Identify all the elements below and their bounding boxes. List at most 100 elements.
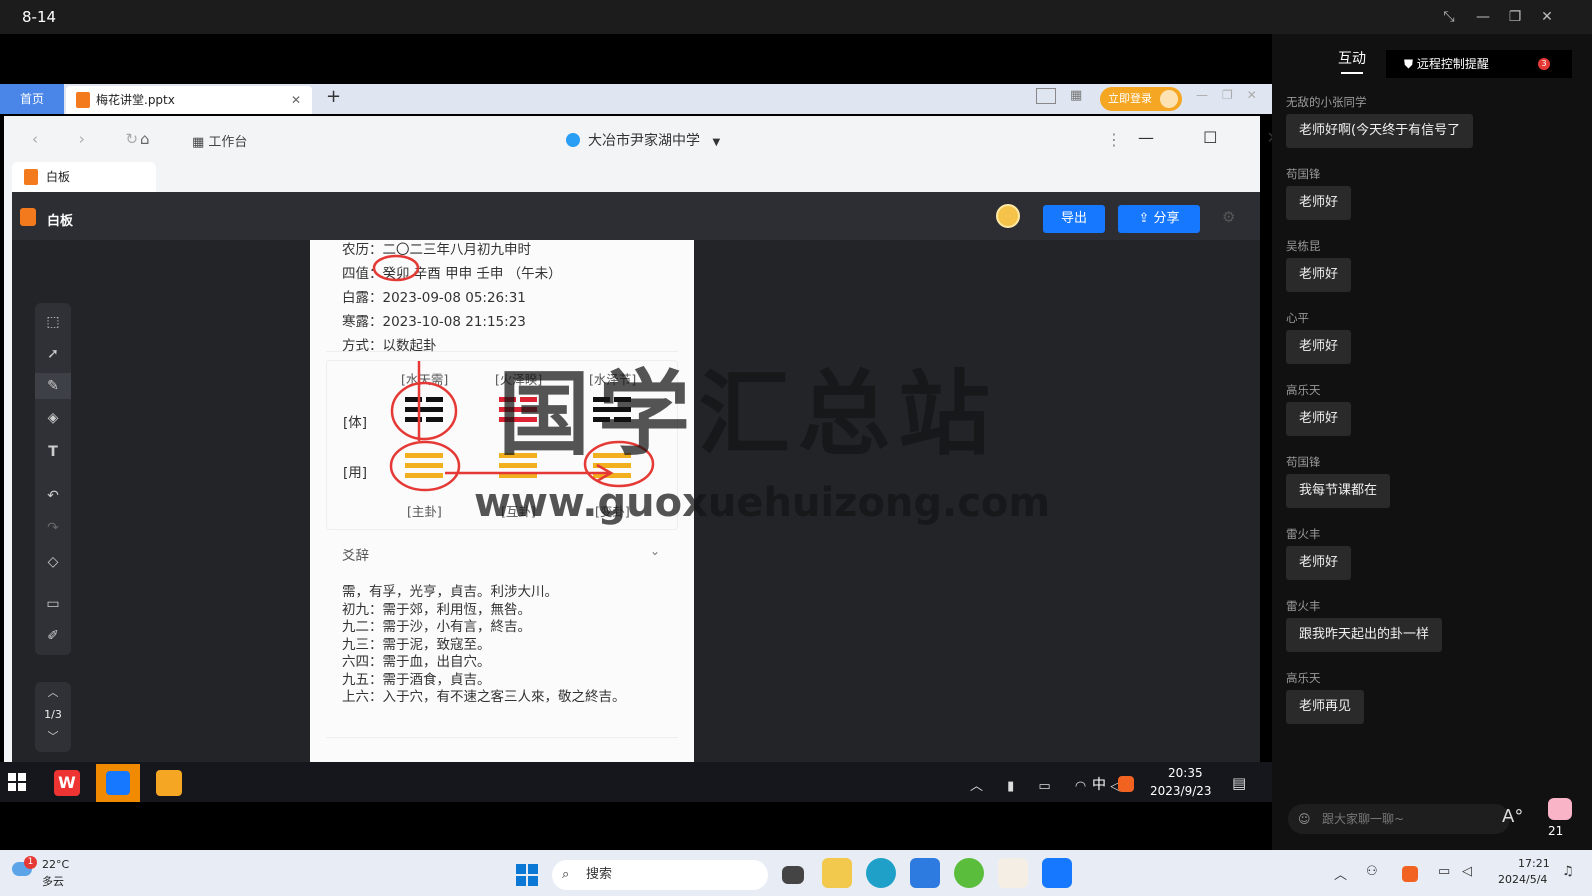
redo-icon[interactable]: ↷ (35, 515, 71, 541)
page-down-icon[interactable]: ﹀ (35, 726, 71, 748)
tab-pptx-file[interactable]: 梅花讲堂.pptx ✕ (66, 86, 312, 114)
settings-icon[interactable]: ⚙ (1222, 208, 1235, 226)
share-button[interactable]: ⇪ 分享 (1118, 205, 1200, 233)
chat-input-placeholder: 跟大家聊一聊~ (1322, 812, 1405, 826)
font-size-icon[interactable]: A° (1502, 806, 1523, 827)
store-icon[interactable] (910, 858, 940, 888)
tray-chevron-icon[interactable]: ︿ (1334, 864, 1347, 883)
home-icon[interactable]: ⌂ (140, 130, 150, 148)
org-selector[interactable]: 大冶市尹家湖中学 ▼ (566, 130, 720, 150)
whiteboard-app-icon[interactable] (156, 770, 182, 796)
grid-small-icon: ▦ (192, 135, 209, 150)
tool-rail: ⬚ ➚ ✎ ◈ T ↶ ↷ ◇ ▭ ✐ (35, 303, 71, 655)
new-tab-button[interactable]: + (326, 86, 341, 107)
org-name: 大冶市尹家湖中学 (588, 133, 700, 149)
chat-username: 无敌的小张同学 (1286, 95, 1367, 109)
weather-temp: 22°C (42, 858, 70, 871)
tab-whiteboard[interactable]: 白板 (12, 162, 156, 192)
window-titlebar (0, 0, 1592, 34)
page-indicator: 1/3 (44, 708, 62, 721)
chat-message: 老师好 (1286, 258, 1352, 292)
inner-tray-icons: ︿ ▮ ▭ ◠ ◁ (970, 779, 1131, 794)
chat-username: 苟国锋 (1286, 167, 1321, 181)
login-button[interactable]: 立即登录 (1100, 87, 1182, 111)
watermark-line2: www.guoxuehuizong.com (474, 480, 1051, 526)
tab-interaction[interactable]: 互动 (1338, 48, 1366, 68)
inner-sogou-icon[interactable] (1118, 776, 1134, 792)
pointer-icon[interactable]: ➚ (35, 341, 71, 367)
wps-app-icon[interactable]: W (54, 770, 80, 796)
chat-message: 老师好啊(今天终于有信号了 (1286, 114, 1474, 148)
page-up-icon[interactable]: ︿ (35, 682, 71, 704)
search-placeholder: 搜索 (586, 867, 613, 882)
workbench-label: 工作台 (208, 135, 248, 150)
chat-input[interactable]: ☺ 跟大家聊一聊~ (1288, 804, 1510, 834)
palette-icon[interactable] (996, 204, 1020, 228)
tray-volume-icon[interactable]: ◁ (1462, 864, 1472, 879)
chat-message: 跟我昨天起出的卦一样 (1286, 618, 1443, 652)
edit-icon[interactable]: ✐ (35, 623, 71, 649)
select-area-icon[interactable]: ⬚ (35, 309, 71, 335)
nav-icons[interactable]: ‹ › ↻ (32, 130, 156, 148)
eraser-icon[interactable]: ◇ (35, 549, 71, 575)
ppt-app-icon[interactable] (998, 858, 1028, 888)
file-explorer-icon[interactable] (822, 858, 852, 888)
close-button[interactable]: ✕ (1536, 6, 1558, 28)
weather-desc: 多云 (42, 875, 64, 888)
grid-icon[interactable]: ▦ (1070, 88, 1082, 103)
tray-network-icon[interactable]: ⚇ (1366, 864, 1378, 879)
classroom-taskbar-icon[interactable] (1042, 858, 1072, 888)
chat-message: 老师好 (1286, 546, 1352, 580)
minimize-button[interactable]: — (1472, 6, 1494, 28)
classroom-app-icon[interactable] (96, 764, 140, 802)
share-icon: ⇪ (1138, 211, 1154, 226)
chat-message: 老师好 (1286, 186, 1352, 220)
chat-username: 心平 (1286, 311, 1309, 325)
fullscreen-icon[interactable]: ⤡ (1438, 6, 1460, 28)
pen-icon[interactable]: ✎ (35, 373, 71, 399)
remote-control-tab[interactable]: ⛊ 远程控制提醒 3 (1386, 50, 1572, 78)
tray-display-icon[interactable]: ▭ (1438, 864, 1450, 879)
notification-bell-icon[interactable]: ♫ (1562, 864, 1574, 879)
windows-start-icon[interactable] (8, 773, 26, 791)
restore-button[interactable]: ❐ (1504, 6, 1526, 28)
like-icon[interactable] (1548, 798, 1572, 820)
org-logo-icon (566, 133, 580, 147)
tab-whiteboard-label: 白板 (46, 170, 71, 184)
text-icon[interactable]: T (35, 439, 71, 465)
chat-username: 雷火丰 (1286, 599, 1321, 613)
watermark-line1: 国学汇总站 (498, 361, 999, 468)
edge-browser-icon[interactable] (866, 858, 896, 888)
toolbox-icon[interactable]: ▭ (35, 591, 71, 617)
undo-icon[interactable]: ↶ (35, 483, 71, 509)
workbench-button[interactable]: ▦ 工作台 (192, 131, 247, 150)
avatar-icon (1160, 90, 1178, 108)
chat-message: 老师好 (1286, 402, 1352, 436)
ie-browser-icon[interactable] (954, 858, 984, 888)
whiteboard-logo-icon (20, 208, 36, 226)
weather-badge: 1 (24, 856, 37, 869)
inner-notification-icon[interactable]: ▤ (1232, 774, 1246, 792)
wps-window-controls[interactable]: —❐✕ (1196, 88, 1271, 102)
chat-username: 雷火丰 (1286, 527, 1321, 541)
clock-time: 17:21 (1518, 857, 1550, 870)
layout-icon[interactable] (1036, 88, 1056, 104)
taskbar-search[interactable]: ⌕ 搜索 (552, 860, 768, 890)
sogou-ime-icon[interactable] (1402, 866, 1418, 882)
whiteboard-title: 白板 (47, 214, 74, 229)
chat-username: 高乐天 (1286, 383, 1321, 397)
emoji-icon[interactable]: ☺ (1298, 804, 1311, 834)
chat-message: 老师好 (1286, 330, 1352, 364)
shield-icon: ⛊ (1404, 57, 1417, 71)
more-icon[interactable]: ⋮ (1106, 130, 1122, 149)
chat-message: 老师再见 (1286, 690, 1365, 724)
tab-home[interactable]: 首页 (0, 84, 64, 114)
close-tab-icon[interactable]: ✕ (291, 86, 301, 114)
clock-date: 2024/5/4 (1498, 873, 1548, 886)
task-view-icon[interactable] (782, 866, 804, 884)
caret-down-icon: ▼ (712, 137, 721, 148)
shapes-icon[interactable]: ◈ (35, 405, 71, 431)
inner-ime-label[interactable]: 中 (1092, 774, 1106, 794)
export-button[interactable]: 导出 (1043, 205, 1105, 233)
start-button[interactable] (516, 864, 538, 886)
